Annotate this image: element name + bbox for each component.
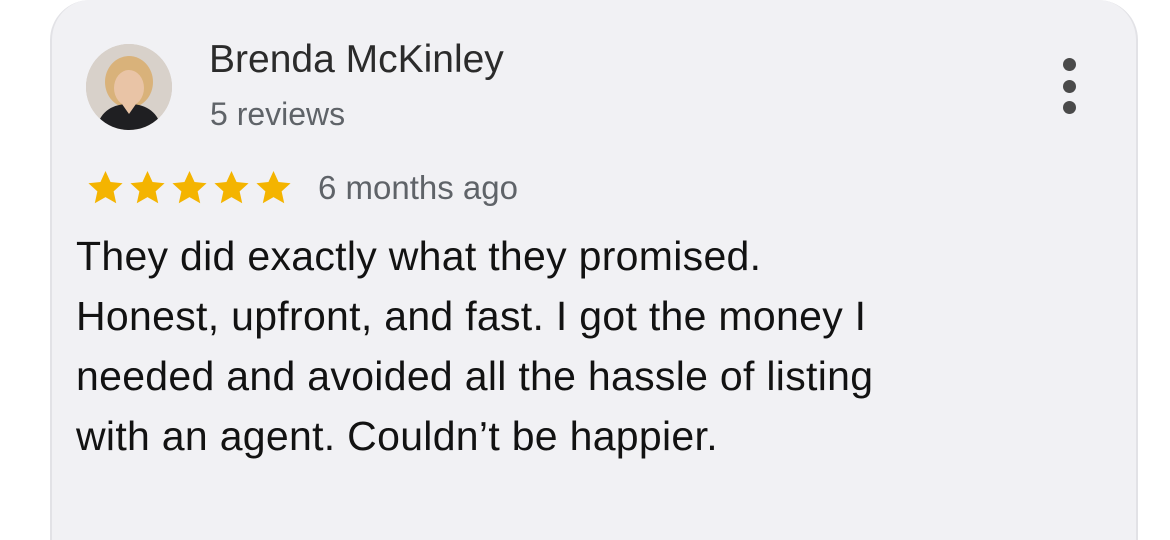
star-icon [130,170,165,204]
review-text-line: with an agent. Couldn’t be happier. [76,413,718,459]
star-icon [172,170,207,204]
author-name[interactable]: Brenda McKinley [209,38,504,82]
avatar[interactable] [86,44,172,130]
star-icon [214,170,249,204]
review-text-line: They did exactly what they promised. [76,233,762,279]
review-text: They did exactly what they promised. Hon… [76,226,1116,466]
avatar-photo-icon [86,44,172,130]
star-icon [88,170,123,204]
review-card: Brenda McKinley 5 reviews 6 months ago T… [50,0,1138,540]
star-rating [86,168,293,208]
review-text-line: needed and avoided all the hassle of lis… [76,353,874,399]
more-options-button[interactable] [1052,58,1086,114]
star-icon [256,170,291,204]
more-vert-icon [1062,58,1076,71]
review-time: 6 months ago [318,169,518,206]
author-review-count: 5 reviews [210,96,346,132]
review-text-line: Honest, upfront, and fast. I got the mon… [76,293,867,339]
